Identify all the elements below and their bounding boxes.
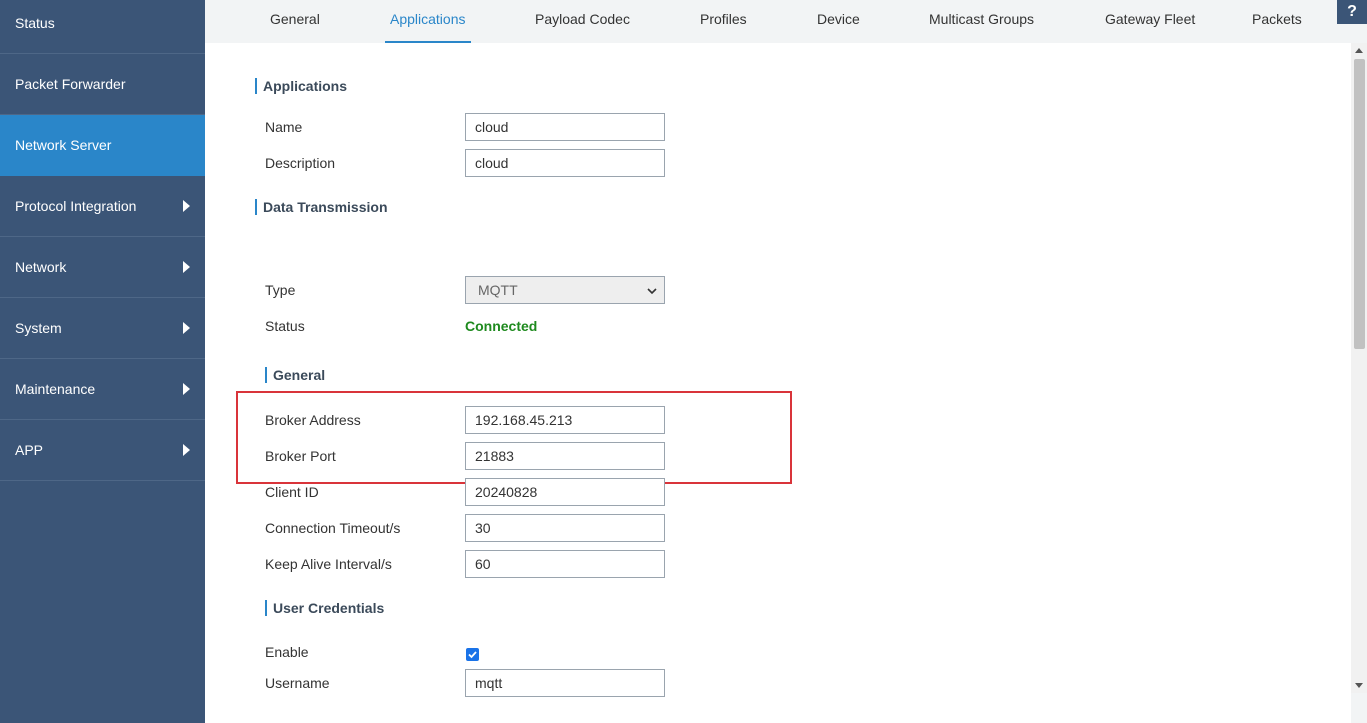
- sidebar-item-label: Network: [15, 259, 67, 275]
- sidebar-item-protocol-integration[interactable]: Protocol Integration: [0, 176, 205, 237]
- section-title-applications: Applications: [255, 78, 347, 94]
- tab-multicast-groups[interactable]: Multicast Groups: [929, 0, 1034, 43]
- content-panel: Applications Name Description Data Trans…: [205, 43, 1351, 723]
- help-button[interactable]: ?: [1337, 0, 1367, 24]
- tab-payload-codec[interactable]: Payload Codec: [535, 0, 630, 43]
- sidebar-item-label: Maintenance: [15, 381, 96, 397]
- type-label: Type: [265, 282, 296, 298]
- scroll-thumb[interactable]: [1354, 59, 1365, 349]
- sidebar-item-status[interactable]: Status: [0, 0, 205, 54]
- tab-gateway-fleet[interactable]: Gateway Fleet: [1105, 0, 1195, 43]
- caret-right-icon: [183, 322, 190, 334]
- check-icon: [468, 651, 477, 659]
- tab-profiles[interactable]: Profiles: [700, 0, 747, 43]
- client-id-label: Client ID: [265, 484, 319, 500]
- keep-alive-input[interactable]: [465, 550, 665, 578]
- chevron-down-icon: [647, 288, 657, 295]
- status-label: Status: [265, 318, 305, 334]
- type-select[interactable]: MQTT: [465, 276, 665, 304]
- tab-applications[interactable]: Applications: [385, 0, 470, 43]
- status-value: Connected: [465, 318, 538, 334]
- sidebar-item-label: System: [15, 320, 62, 336]
- section-title-data-transmission: Data Transmission: [255, 199, 388, 215]
- vertical-scrollbar[interactable]: [1351, 43, 1367, 693]
- client-id-input[interactable]: [465, 478, 665, 506]
- broker-port-label: Broker Port: [265, 448, 336, 464]
- caret-right-icon: [183, 261, 190, 273]
- sidebar-item-app[interactable]: APP: [0, 420, 205, 481]
- caret-down-icon: [1355, 683, 1363, 688]
- section-title-general: General: [265, 367, 325, 383]
- description-input[interactable]: [465, 149, 665, 177]
- sidebar-item-system[interactable]: System: [0, 298, 205, 359]
- sidebar: Status Packet Forwarder Network Server P…: [0, 0, 205, 723]
- caret-right-icon: [183, 383, 190, 395]
- name-label: Name: [265, 119, 303, 135]
- section-title-user-credentials: User Credentials: [265, 600, 384, 616]
- caret-right-icon: [183, 200, 190, 212]
- connection-timeout-input[interactable]: [465, 514, 665, 542]
- username-input[interactable]: [465, 669, 665, 697]
- question-icon: ?: [1347, 3, 1357, 20]
- caret-up-icon: [1355, 48, 1363, 53]
- sidebar-item-packet-forwarder[interactable]: Packet Forwarder: [0, 54, 205, 115]
- tab-general[interactable]: General: [270, 0, 320, 43]
- highlight-box: [236, 391, 792, 484]
- sidebar-item-label: APP: [15, 442, 44, 458]
- keep-alive-label: Keep Alive Interval/s: [265, 556, 392, 572]
- username-label: Username: [265, 675, 330, 691]
- sidebar-item-network-server[interactable]: Network Server: [0, 115, 205, 176]
- broker-address-label: Broker Address: [265, 412, 361, 428]
- scroll-down-arrow[interactable]: [1351, 679, 1367, 693]
- broker-port-input[interactable]: [465, 442, 665, 470]
- tab-packets[interactable]: Packets: [1252, 0, 1302, 43]
- sidebar-item-maintenance[interactable]: Maintenance: [0, 359, 205, 420]
- sidebar-item-label: Status: [15, 15, 55, 31]
- broker-address-input[interactable]: [465, 406, 665, 434]
- name-input[interactable]: [465, 113, 665, 141]
- sidebar-item-network[interactable]: Network: [0, 237, 205, 298]
- tab-device[interactable]: Device: [817, 0, 860, 43]
- connection-timeout-label: Connection Timeout/s: [265, 520, 401, 536]
- tab-bar: General Applications Payload Codec Profi…: [205, 0, 1367, 43]
- enable-checkbox[interactable]: [466, 648, 479, 661]
- type-select-value: MQTT: [478, 282, 518, 298]
- caret-right-icon: [183, 444, 190, 456]
- sidebar-item-label: Network Server: [15, 137, 112, 153]
- description-label: Description: [265, 155, 336, 171]
- sidebar-item-label: Protocol Integration: [15, 198, 137, 214]
- enable-label: Enable: [265, 644, 309, 660]
- scroll-up-arrow[interactable]: [1351, 43, 1367, 57]
- sidebar-item-label: Packet Forwarder: [15, 76, 126, 92]
